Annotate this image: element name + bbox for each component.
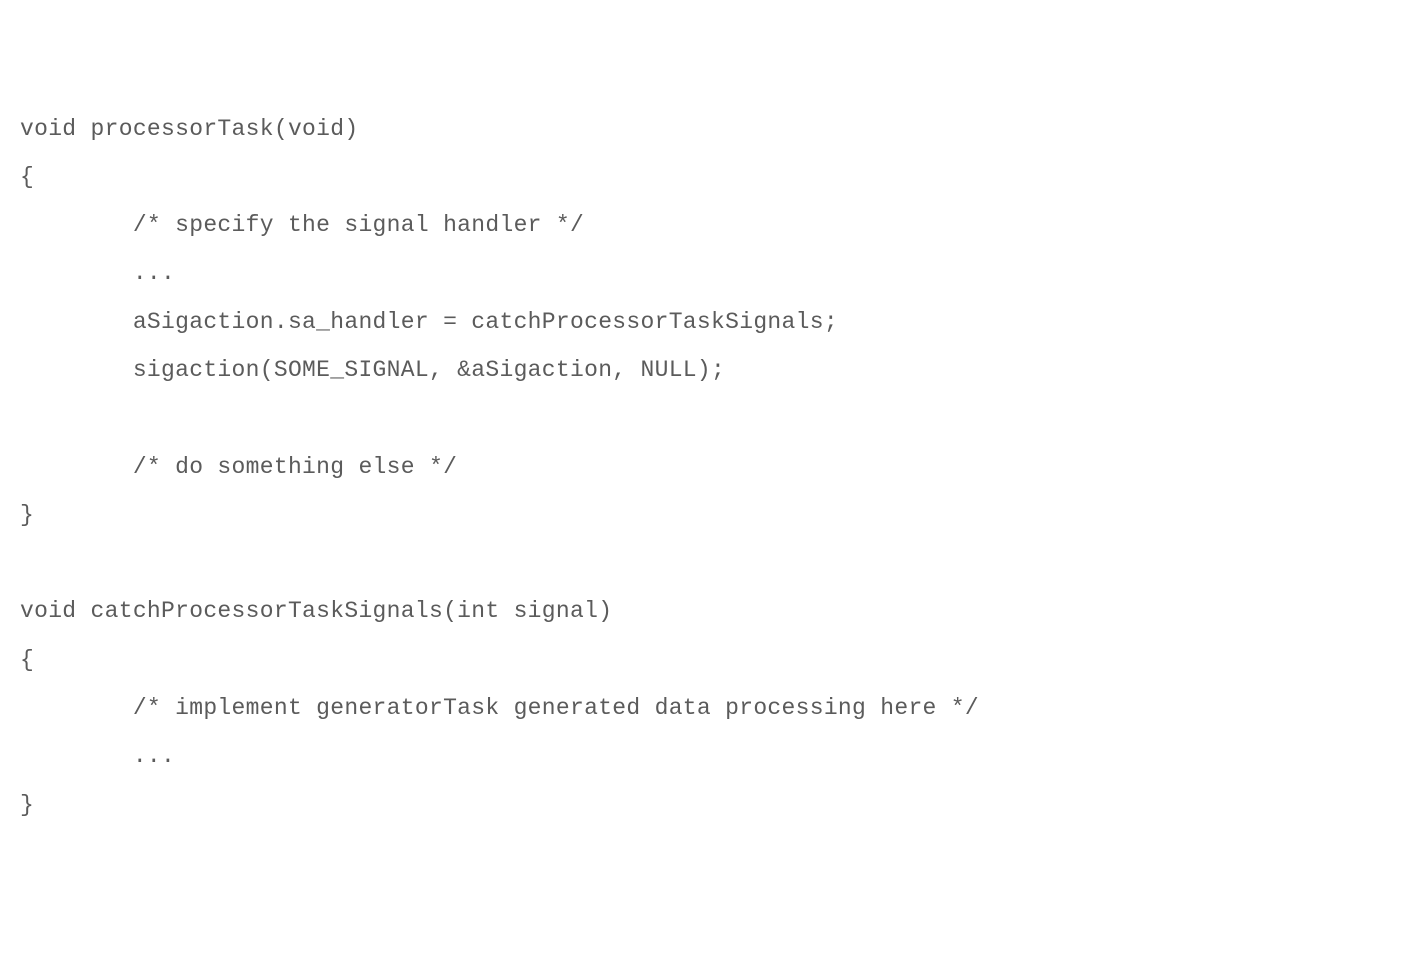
code-line (20, 406, 1394, 430)
code-line: /* do something else */ (20, 455, 1394, 479)
code-line: } (20, 793, 1394, 817)
code-line: } (20, 503, 1394, 527)
code-block: void processorTask(void) { /* specify th… (20, 117, 1394, 817)
code-line: /* implement generatorTask generated dat… (20, 696, 1394, 720)
code-line: void processorTask(void) (20, 117, 1394, 141)
code-line: { (20, 165, 1394, 189)
code-line: ... (20, 744, 1394, 768)
code-line: aSigaction.sa_handler = catchProcessorTa… (20, 310, 1394, 334)
code-line: ... (20, 261, 1394, 285)
code-line: /* specify the signal handler */ (20, 213, 1394, 237)
code-line: { (20, 648, 1394, 672)
code-line: sigaction(SOME_SIGNAL, &aSigaction, NULL… (20, 358, 1394, 382)
code-line (20, 551, 1394, 575)
code-line: void catchProcessorTaskSignals(int signa… (20, 599, 1394, 623)
